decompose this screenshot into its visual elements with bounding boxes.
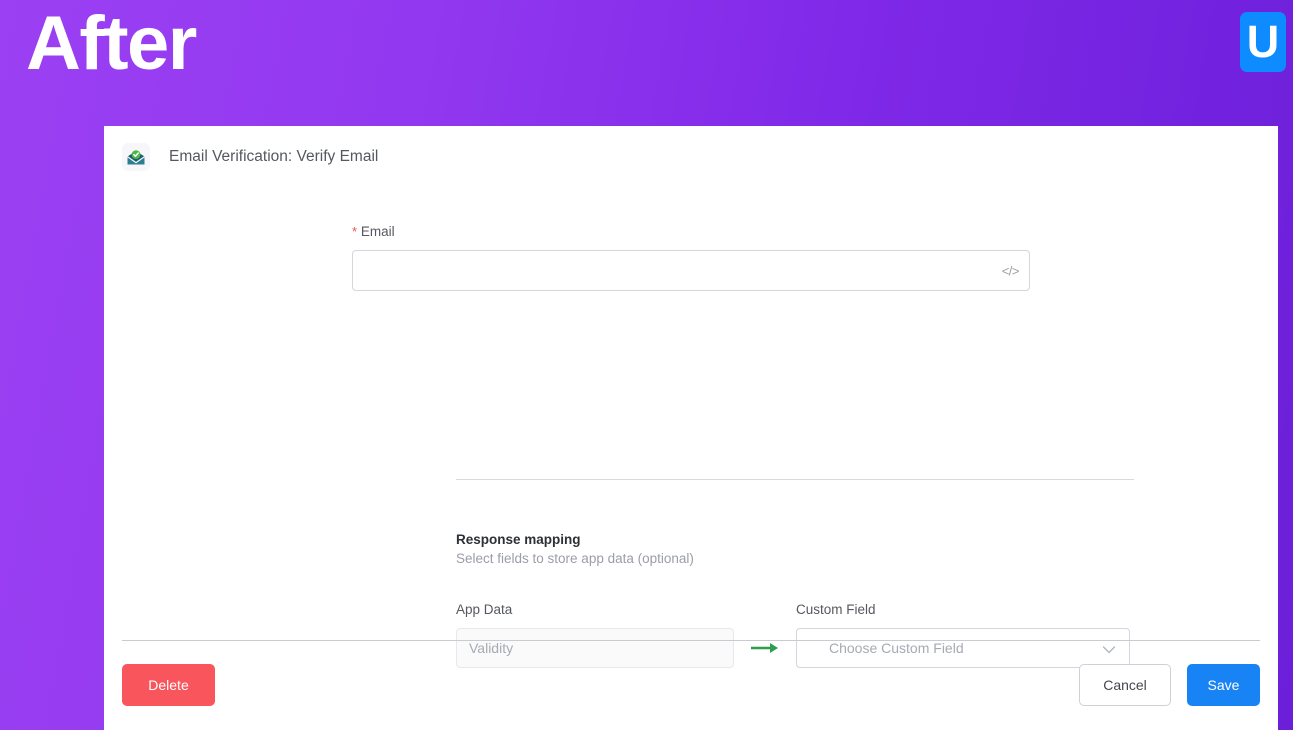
custom-field-column: Custom Field Choose Custom Field: [796, 602, 1130, 668]
cancel-button[interactable]: Cancel: [1079, 664, 1171, 706]
email-label-text: Email: [360, 224, 395, 239]
brand-logo: U C: [1240, 12, 1293, 72]
card-title: Email Verification: Verify Email: [169, 148, 379, 165]
settings-card: Email Verification: Verify Email * Email…: [104, 126, 1278, 730]
response-mapping-title: Response mapping: [456, 532, 581, 547]
code-icon[interactable]: </>: [1002, 264, 1020, 277]
save-button[interactable]: Save: [1187, 664, 1260, 706]
app-data-column: App Data Validity: [456, 602, 734, 668]
custom-field-placeholder: Choose Custom Field: [829, 640, 964, 656]
email-input-wrapper: </>: [352, 250, 1030, 291]
app-data-label: App Data: [456, 602, 513, 617]
card-header: Email Verification: Verify Email: [122, 143, 378, 171]
mapping-row: App Data Validity Custom Field Choose Cu…: [456, 602, 1130, 668]
email-field-label: * Email: [352, 224, 1030, 239]
chevron-down-icon: [1102, 643, 1116, 661]
logo-badge-letter: U: [1240, 12, 1286, 72]
response-mapping-subtitle: Select fields to store app data (optiona…: [456, 551, 694, 566]
response-mapping-section: Response mapping Select fields to store …: [456, 532, 1134, 566]
custom-field-select[interactable]: Choose Custom Field: [796, 628, 1130, 668]
email-verification-icon: [122, 143, 150, 171]
banner-title: After: [26, 1, 197, 86]
arrow-right-icon: [734, 628, 796, 668]
screenshot-root: After U C Input Output Email Verificatio…: [0, 0, 1293, 730]
section-divider: [456, 479, 1134, 480]
delete-button[interactable]: Delete: [122, 664, 215, 706]
email-input[interactable]: [352, 250, 1030, 291]
custom-field-label: Custom Field: [796, 602, 876, 617]
app-data-field: Validity: [456, 628, 734, 668]
footer-divider: [122, 640, 1260, 641]
input-section: * Email </>: [352, 224, 1030, 291]
required-asterisk: *: [352, 224, 358, 239]
